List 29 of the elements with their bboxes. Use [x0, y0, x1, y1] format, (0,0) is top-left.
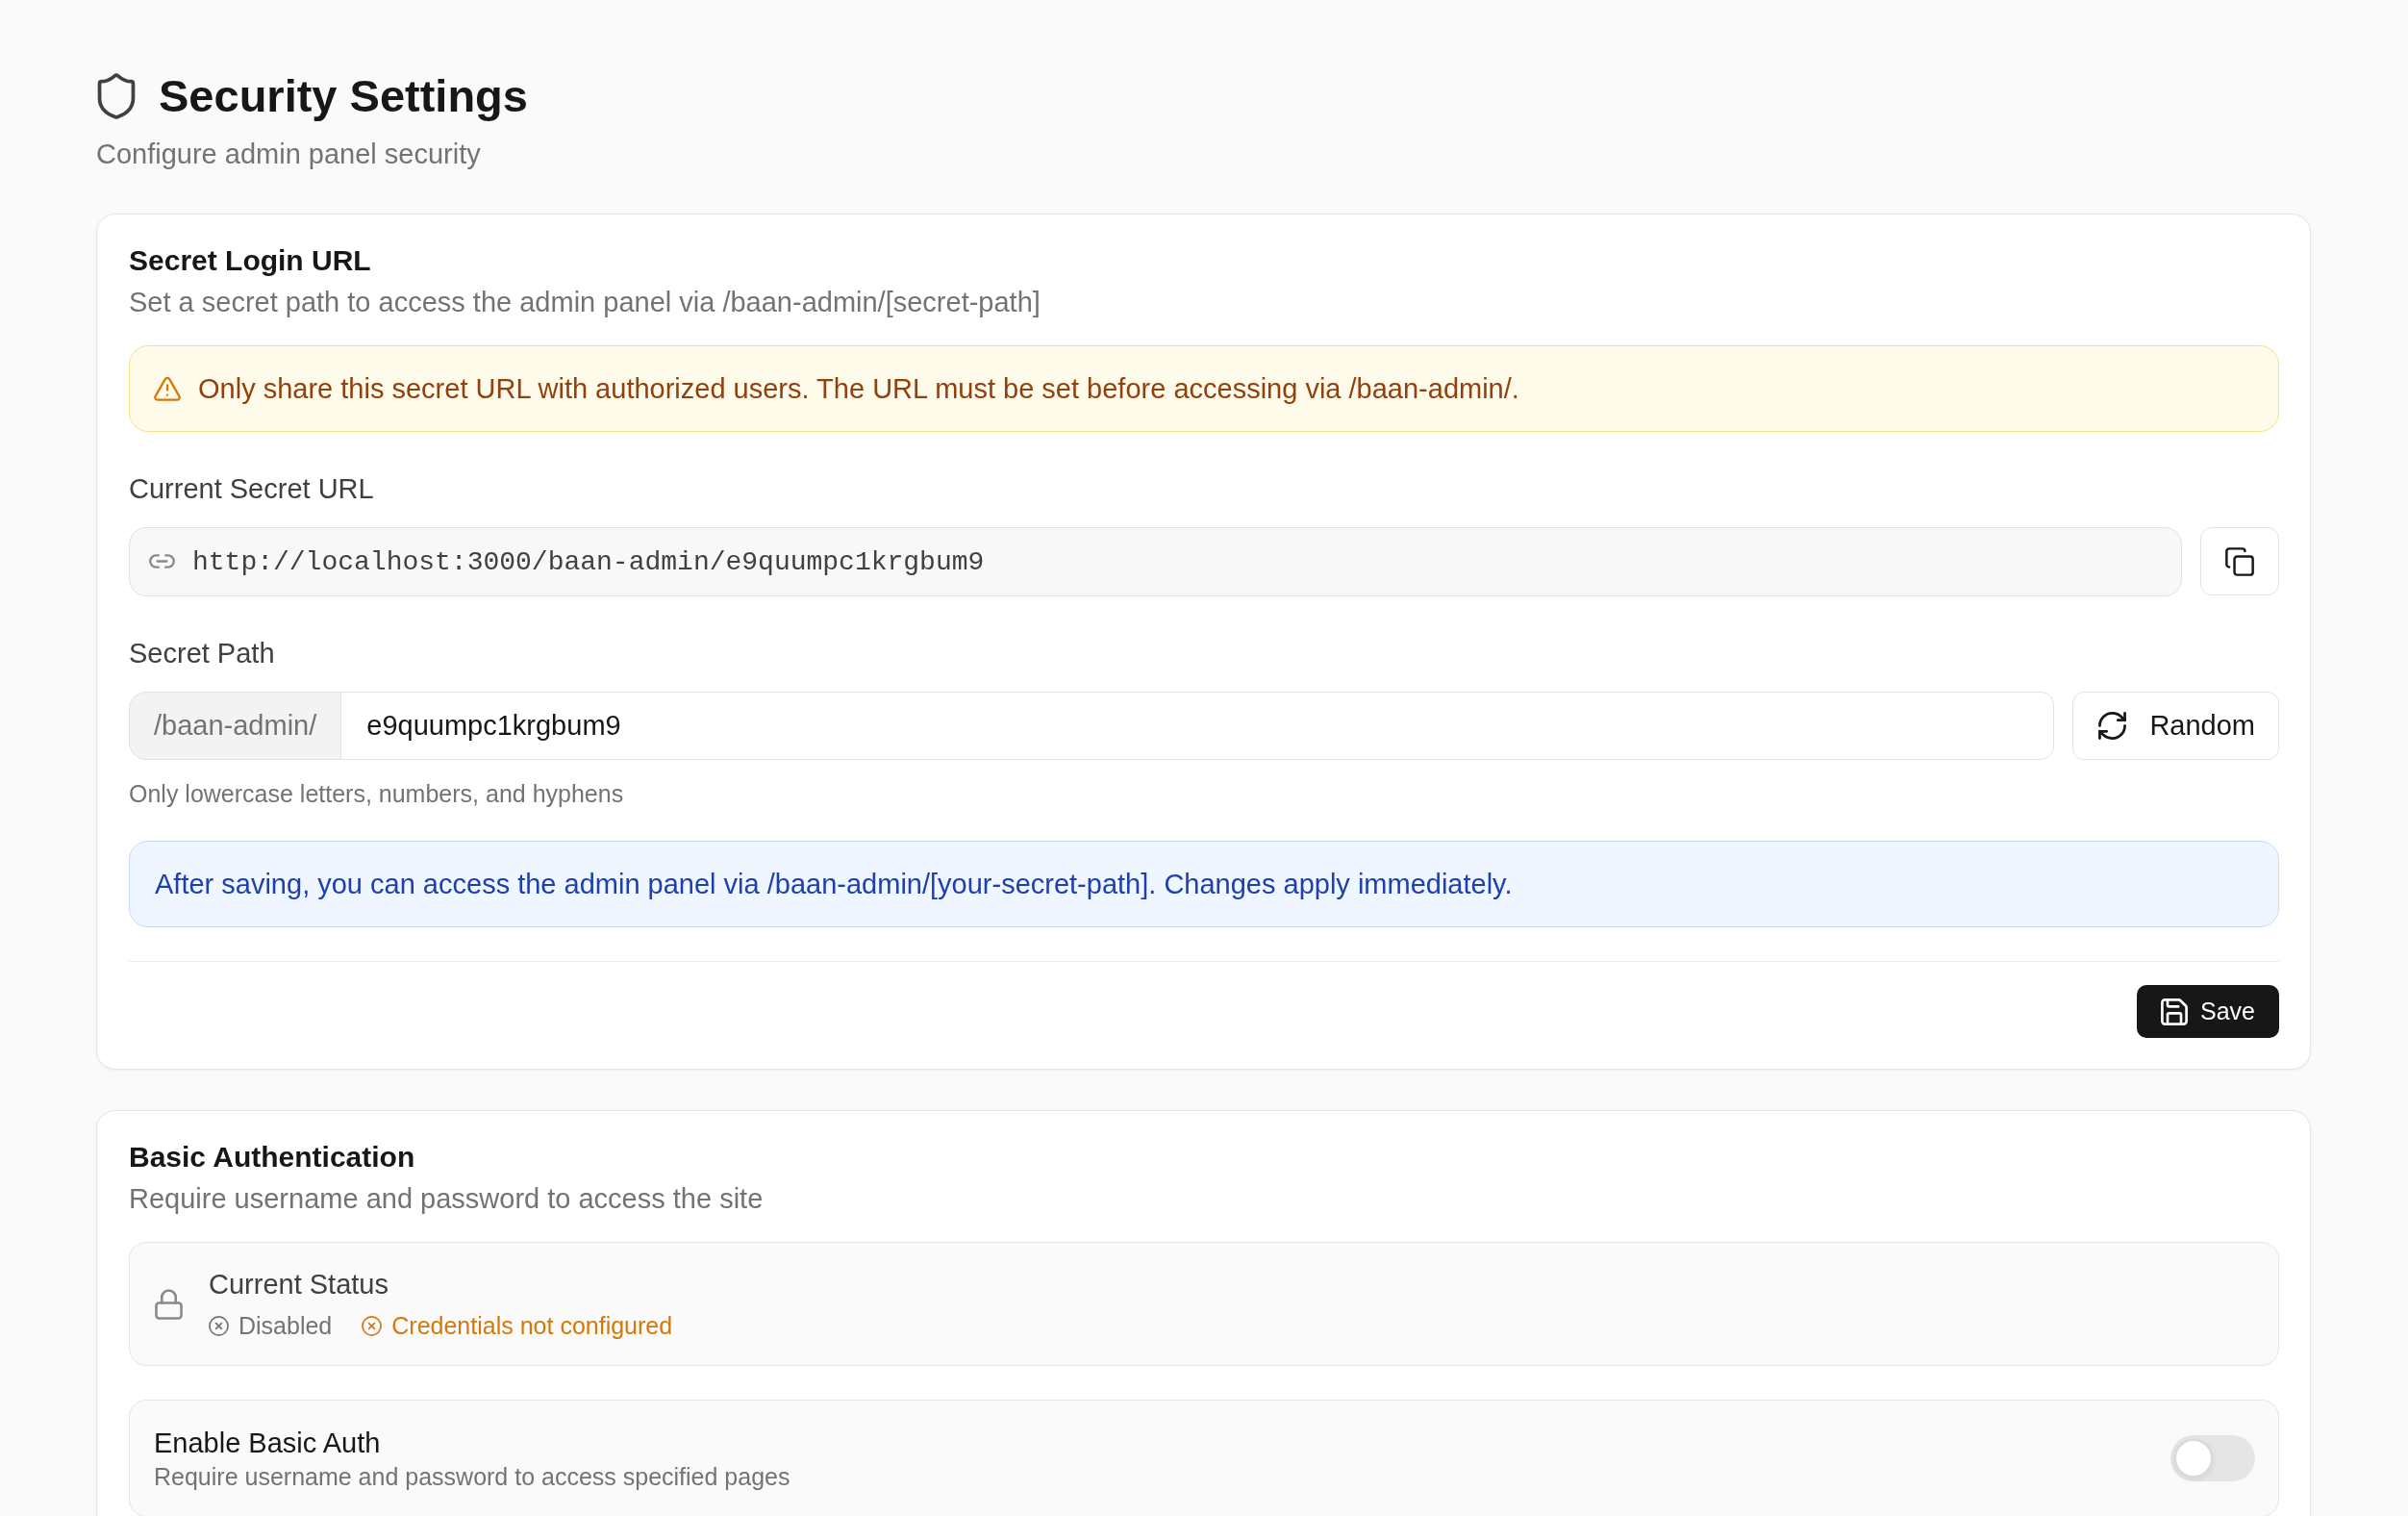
toggle-switch[interactable] — [2170, 1435, 2255, 1481]
link-icon — [149, 554, 175, 568]
toggle-description: Require username and password to access specified pages — [154, 1462, 790, 1491]
warning-message: Only share this secret URL with authorized users. The URL must be set before accessing via /baan-admin/. — [198, 372, 1519, 406]
lock-icon — [155, 1288, 183, 1320]
status-text: Credentials not configured — [391, 1311, 673, 1341]
section-description: Set a secret path to access the admin panel via /baan-admin/[secret-path] — [129, 286, 1041, 319]
section-description: Require username and password to access the site — [129, 1182, 765, 1216]
toggle-label: Enable Basic Auth — [154, 1427, 382, 1460]
page-title: Security Settings — [159, 69, 528, 123]
status-label: Current Status — [209, 1268, 389, 1301]
status-text: Disabled — [238, 1311, 333, 1341]
shield-icon — [96, 73, 137, 119]
copy-button[interactable] — [2200, 527, 2279, 595]
info-message: After saving, you can access the admin panel via /baan-admin/[your-secret-path]. Changes apply immediately. — [129, 841, 2279, 927]
refresh-icon — [2098, 712, 2127, 740]
field-label: Secret Path — [129, 637, 276, 670]
warning-icon — [154, 376, 181, 401]
field-label: Current Secret URL — [129, 472, 375, 506]
url-field[interactable]: http://localhost:3000/baan-admin/e9quumpc1krgbum9 — [129, 527, 2182, 596]
hint-text: Only lowercase letters, numbers, and hyphens — [129, 779, 625, 808]
section-title: Secret Login URL — [129, 243, 372, 278]
page-subtitle: Configure admin panel security — [96, 138, 482, 171]
random-button[interactable]: Random — [2072, 692, 2279, 760]
copy-icon — [2225, 546, 2254, 576]
section-title: Basic Authentication — [129, 1140, 416, 1175]
secret-path-field[interactable]: e9quumpc1krgbum9 — [340, 692, 2055, 760]
path-prefix: /baan-admin/ — [129, 692, 342, 760]
save-button[interactable]: Save — [2137, 985, 2279, 1038]
